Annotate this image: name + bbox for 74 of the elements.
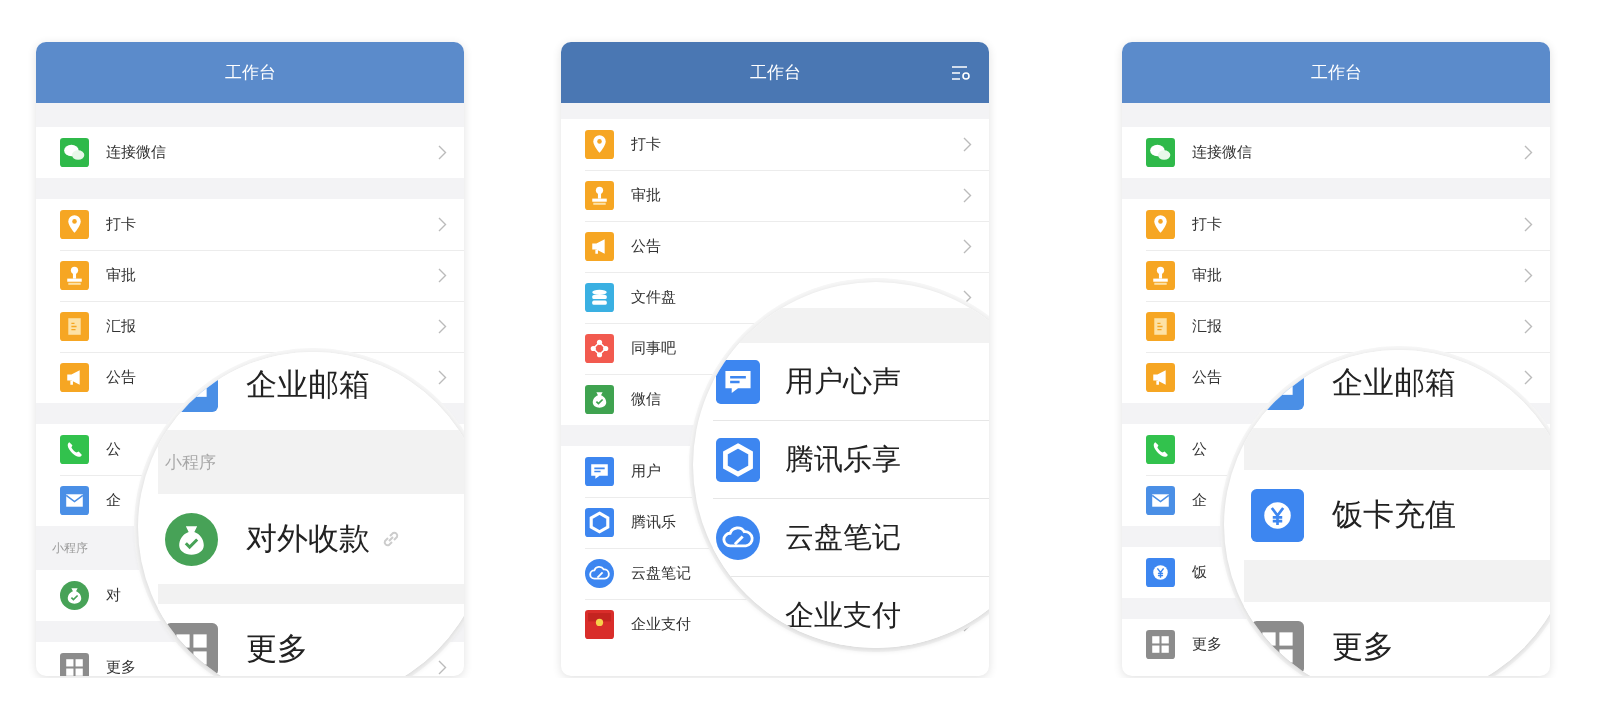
list-item[interactable]: 企: [36, 475, 130, 526]
list-item[interactable]: 打卡: [561, 119, 963, 170]
item-label: 更多: [246, 629, 308, 668]
list-item[interactable]: 企: [1122, 475, 1216, 526]
item-label: 腾讯乐享: [785, 440, 901, 478]
section-label: 小程序: [165, 450, 216, 474]
list-item[interactable]: 审批: [36, 250, 438, 301]
list-item[interactable]: 连接微信: [36, 127, 438, 178]
list-item[interactable]: 更多: [36, 642, 137, 676]
item-label: 微信: [631, 390, 661, 409]
list-item[interactable]: 审批: [1122, 250, 1524, 301]
item-label: 用户心声: [785, 362, 901, 400]
list-item[interactable]: 对: [36, 570, 135, 621]
item-label: 汇报: [1192, 317, 1222, 336]
list-item[interactable]: 审批: [561, 170, 963, 221]
item-label: 公: [1192, 440, 1207, 459]
list-item[interactable]: 企业支付: [561, 599, 692, 650]
list-item[interactable]: 腾讯乐: [561, 497, 687, 548]
list-item[interactable]: 打卡: [36, 199, 438, 250]
list-item[interactable]: 公告: [36, 352, 137, 403]
item-label: 企: [106, 491, 121, 510]
item-label: 饭卡充值: [1332, 495, 1456, 534]
item-label: 审批: [1192, 266, 1222, 285]
item-label: 腾讯乐: [631, 513, 676, 532]
list-item[interactable]: 汇报: [36, 301, 137, 352]
list-item[interactable]: 公告: [1122, 352, 1223, 403]
item-label: 对外收款: [246, 519, 370, 558]
list-item[interactable]: 更多: [1122, 619, 1223, 670]
item-label: 打卡: [1192, 215, 1222, 234]
list-item[interactable]: 公: [36, 424, 137, 475]
screen-title: 工作台: [224, 61, 276, 84]
section-label: 小程序: [52, 539, 88, 557]
item-label: 云盘笔记: [785, 518, 901, 556]
item-label: 公告: [106, 368, 136, 387]
item-label: 打卡: [106, 215, 136, 234]
item-label: 同事吧: [631, 339, 676, 358]
item-label: 饭: [1192, 563, 1207, 582]
list-item[interactable]: 饭: [1122, 547, 1217, 598]
item-label: 公告: [1192, 368, 1222, 387]
list-item[interactable]: 用户: [561, 446, 685, 497]
screen-title: 工作台: [749, 61, 801, 84]
list-item[interactable]: 更多: [1244, 602, 1550, 676]
item-label: 对: [106, 586, 121, 605]
item-label: 企业邮箱: [246, 365, 370, 404]
item-label: 公告: [631, 237, 661, 256]
list-item[interactable]: 同事吧: [561, 323, 692, 374]
item-label: 审批: [631, 186, 661, 205]
list-item[interactable]: 更多: [158, 604, 464, 676]
item-label: 连接微信: [1192, 143, 1252, 162]
list-item[interactable]: 用户心声: [713, 343, 989, 421]
item-label: 更多: [106, 658, 136, 676]
item-label: 用户: [631, 462, 661, 481]
item-label: 公: [106, 440, 121, 459]
item-label: 打卡: [631, 135, 661, 154]
item-label: 文件盘: [631, 288, 676, 307]
list-item[interactable]: 连接微信: [1122, 127, 1524, 178]
list-item[interactable]: 公: [1122, 424, 1222, 475]
list-item[interactable]: 公告: [561, 221, 963, 272]
list-item[interactable]: 微信: [561, 374, 689, 425]
item-label: 云盘笔记: [631, 564, 691, 583]
list-item[interactable]: 汇报: [1122, 301, 1223, 352]
item-label: 汇报: [106, 317, 136, 336]
screen-title: 工作台: [1310, 61, 1362, 84]
item-label: 企业邮箱: [1332, 363, 1456, 402]
item-label: 企业支付: [785, 597, 901, 634]
item-label: 更多: [1332, 627, 1394, 666]
list-item[interactable]: 打卡: [1122, 199, 1524, 250]
item-label: 更多: [1192, 635, 1222, 654]
item-label: 审批: [106, 266, 136, 285]
list-item[interactable]: 文件盘: [561, 272, 692, 323]
item-label: 连接微信: [106, 143, 166, 162]
item-label: 企: [1192, 491, 1207, 510]
item-label: 企业支付: [631, 615, 691, 634]
list-item[interactable]: 云盘笔记: [561, 548, 692, 599]
